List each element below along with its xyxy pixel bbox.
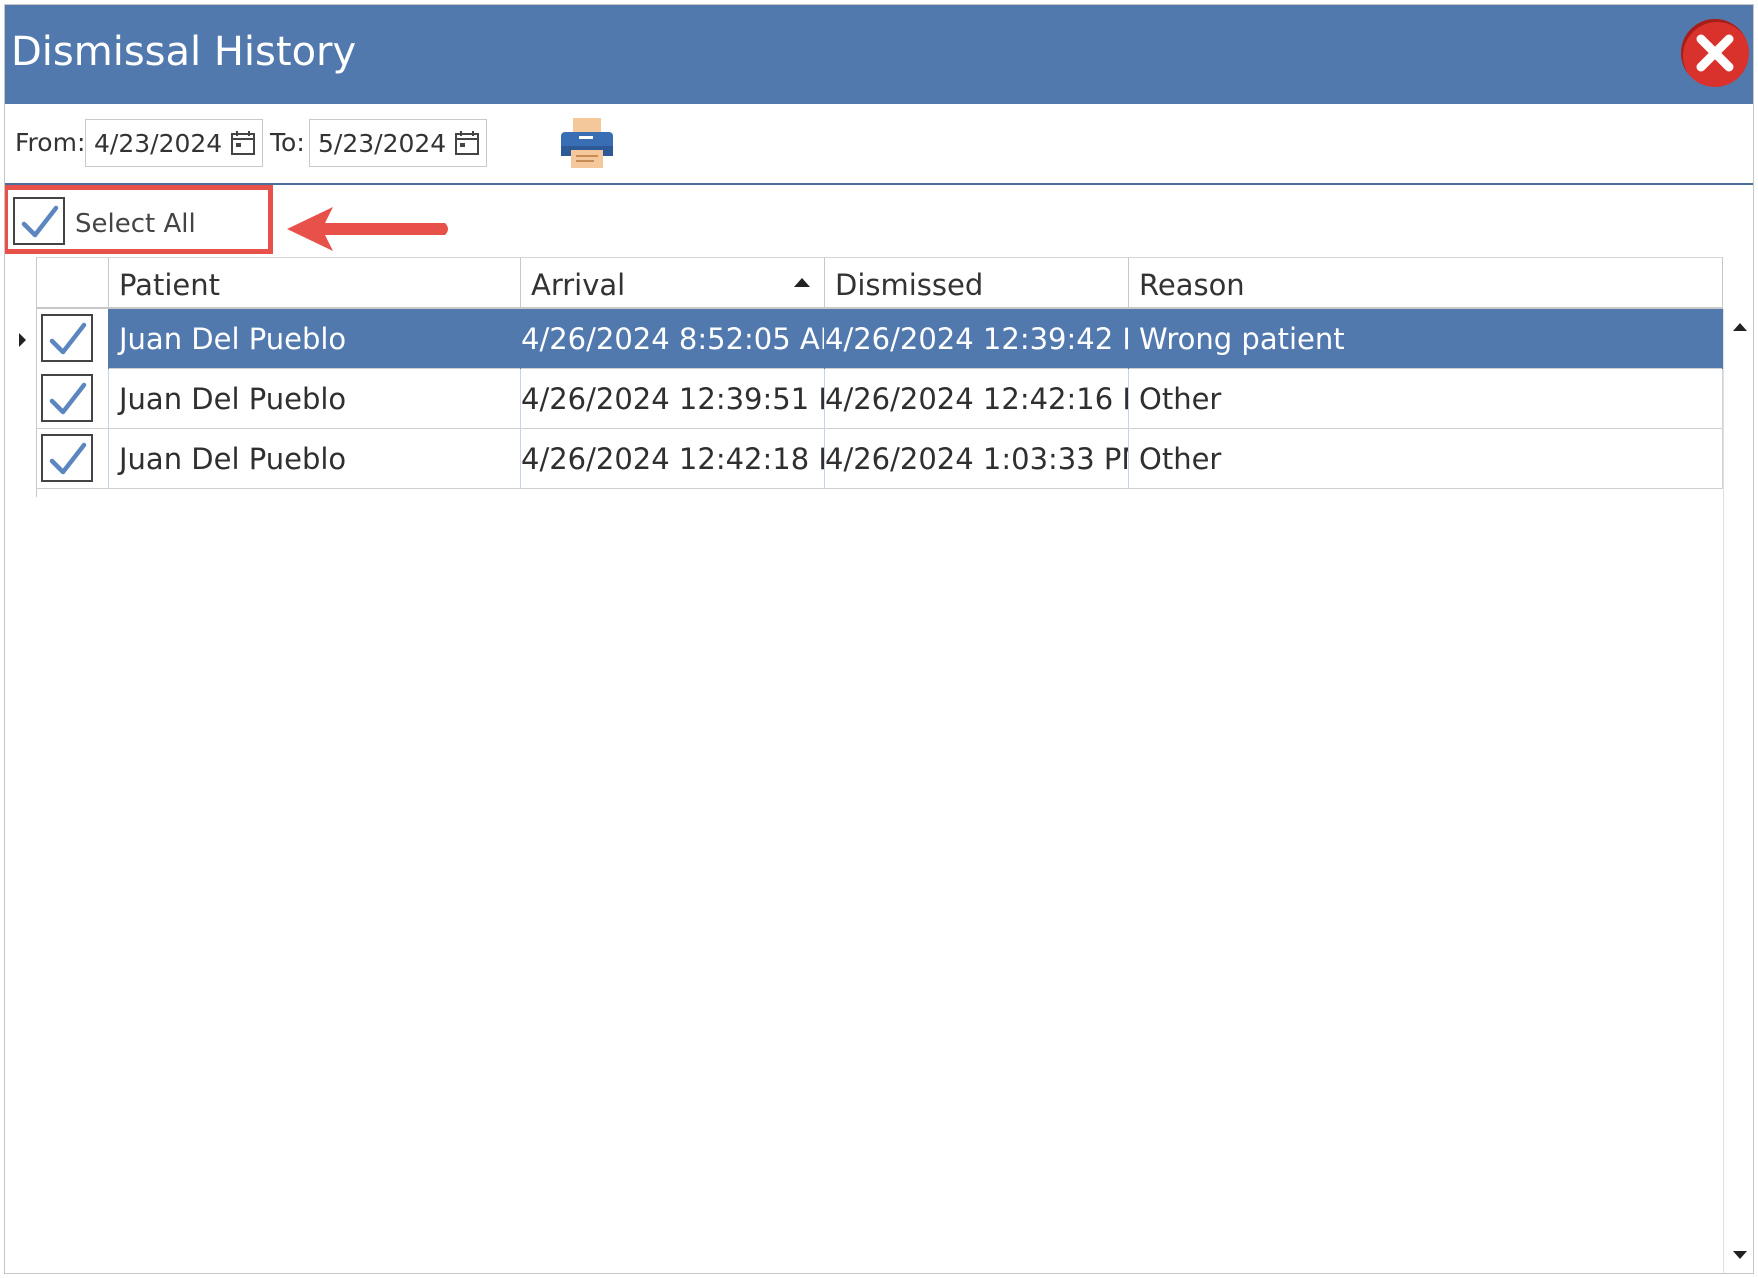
arrival-cell[interactable]: 4/26/2024 8:52:05 AM: [521, 309, 825, 369]
row-select-cell: [37, 369, 109, 429]
from-date-picker[interactable]: 4/23/2024: [85, 119, 263, 167]
row-checkbox[interactable]: [41, 314, 93, 362]
dismissed-cell[interactable]: 4/26/2024 12:42:16 PM: [825, 369, 1129, 429]
arrival-cell[interactable]: 4/26/2024 12:42:18 PM: [521, 429, 825, 489]
sort-ascending-icon: [794, 278, 810, 287]
patient-cell[interactable]: Juan Del Pueblo: [109, 429, 521, 489]
from-date-value: 4/23/2024: [94, 129, 223, 158]
dismissal-history-window: Dismissal History From: 4/23/2024 To: 5/…: [4, 4, 1754, 1274]
row-checkbox[interactable]: [41, 374, 93, 422]
from-label: From:: [15, 128, 86, 157]
select-all-row: Select All: [5, 185, 1753, 257]
column-header-reason[interactable]: Reason: [1129, 257, 1723, 309]
date-filter-toolbar: From: 4/23/2024 To: 5/23/2024: [5, 104, 1753, 185]
patient-cell[interactable]: Juan Del Pueblo: [109, 369, 521, 429]
table-row[interactable]: Juan Del Pueblo 4/26/2024 12:39:51 PM 4/…: [37, 369, 1723, 429]
arrival-cell[interactable]: 4/26/2024 12:39:51 PM: [521, 369, 825, 429]
current-row-indicator-icon: [19, 333, 26, 347]
scroll-up-arrow-icon[interactable]: [1733, 323, 1747, 331]
column-header-patient[interactable]: Patient: [109, 257, 521, 309]
checkmark-icon: [49, 442, 87, 475]
reason-cell[interactable]: Other: [1129, 369, 1723, 429]
dismissed-cell[interactable]: 4/26/2024 12:39:42 PM: [825, 309, 1129, 369]
calendar-icon[interactable]: [454, 130, 480, 156]
to-date-value: 5/23/2024: [318, 129, 447, 158]
dismissed-cell[interactable]: 4/26/2024 1:03:33 PM: [825, 429, 1129, 489]
window-title: Dismissal History: [11, 29, 357, 75]
title-bar: Dismissal History: [5, 5, 1753, 104]
reason-cell[interactable]: Other: [1129, 429, 1723, 489]
row-header-gutter: [5, 257, 37, 497]
calendar-icon[interactable]: [230, 130, 256, 156]
table-row[interactable]: Juan Del Pueblo 4/26/2024 8:52:05 AM 4/2…: [37, 309, 1723, 369]
table-row[interactable]: Juan Del Pueblo 4/26/2024 12:42:18 PM 4/…: [37, 429, 1723, 489]
close-icon: [1696, 34, 1734, 72]
row-checkbox[interactable]: [41, 434, 93, 482]
close-button[interactable]: [1681, 19, 1749, 87]
patient-cell[interactable]: Juan Del Pueblo: [109, 309, 521, 369]
annotation-arrow-icon: [287, 207, 448, 251]
row-select-cell: [37, 429, 109, 489]
dismissal-grid: Patient Arrival Dismissed Reason Juan De…: [37, 257, 1723, 1267]
row-select-cell: [37, 309, 109, 369]
to-label: To:: [270, 128, 305, 157]
scroll-down-arrow-icon[interactable]: [1733, 1251, 1747, 1259]
reason-cell[interactable]: Wrong patient: [1129, 309, 1723, 369]
column-header-arrival[interactable]: Arrival: [521, 257, 825, 309]
checkmark-icon: [49, 322, 87, 355]
checkmark-icon: [49, 382, 87, 415]
column-header-dismissed[interactable]: Dismissed: [825, 257, 1129, 309]
vertical-scrollbar[interactable]: [1723, 309, 1753, 1273]
printer-icon[interactable]: [559, 116, 615, 170]
column-header-select[interactable]: [37, 257, 109, 309]
annotation-highlight-box: [5, 185, 273, 254]
to-date-picker[interactable]: 5/23/2024: [309, 119, 487, 167]
